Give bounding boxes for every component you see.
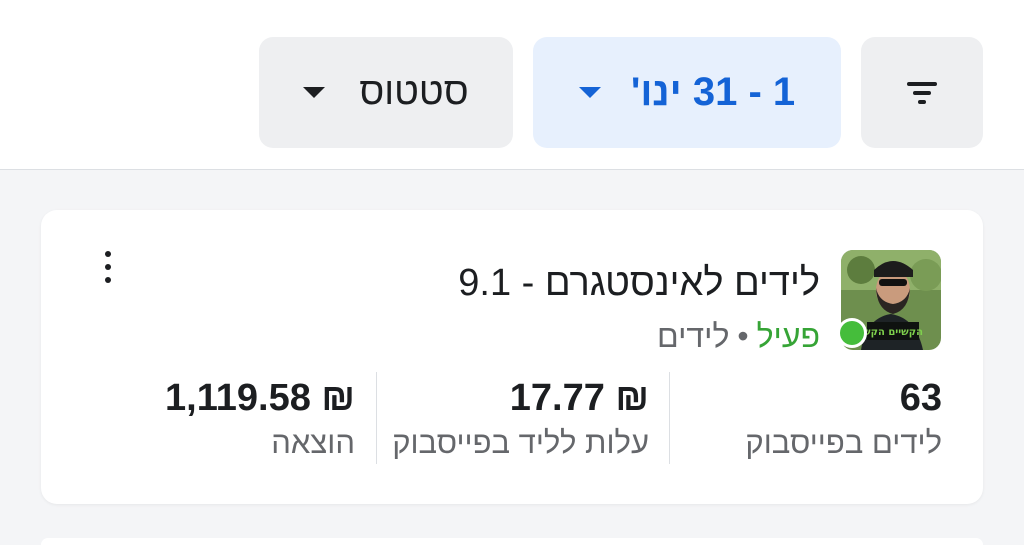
metric-value: ₪ 17.77 [509, 377, 649, 419]
svg-text:הקשיים הקש: הקשיים הקש [863, 327, 923, 338]
caret-down-icon [578, 87, 601, 98]
metric-divider [376, 372, 377, 464]
campaign-card[interactable]: הקשיים הקש לידים לאינסטגרם - 9.1 פעיל•לי… [41, 210, 983, 504]
status-filter-label: סטטוס [359, 71, 469, 113]
more-options-icon[interactable] [98, 249, 118, 285]
campaign-subtitle: פעיל•לידים [657, 318, 820, 355]
metric-value: 63 [899, 377, 942, 419]
filter-button[interactable] [861, 37, 983, 148]
metric-label: לידים בפייסבוק [745, 425, 942, 460]
next-card-edge [41, 538, 983, 545]
metric-divider [669, 372, 670, 464]
date-range-label: 1 - 31 ינו' [630, 70, 796, 114]
metric-spend: ₪ 1,119.58 הוצאה [165, 376, 355, 464]
metric-label: הוצאה [271, 425, 355, 460]
date-range-button[interactable]: 1 - 31 ינו' [533, 37, 841, 148]
campaign-title[interactable]: לידים לאינסטגרם - 9.1 [458, 262, 820, 305]
status-indicator [837, 318, 867, 348]
campaign-type: לידים [657, 318, 730, 354]
separator-dot: • [737, 318, 749, 354]
status-filter-button[interactable]: סטטוס [259, 37, 513, 148]
caret-down-icon [303, 87, 326, 98]
toolbar: סטטוס 1 - 31 ינו' [0, 0, 1024, 170]
metric-cost-per-lead: ₪ 17.77 עלות לליד בפייסבוק [392, 376, 649, 464]
metric-value: ₪ 1,119.58 [165, 377, 355, 419]
metric-label: עלות לליד בפייסבוק [392, 425, 649, 460]
filter-icon [907, 81, 937, 104]
metric-leads: 63 לידים בפייסבוק [745, 376, 942, 464]
campaign-status: פעיל [756, 318, 820, 354]
